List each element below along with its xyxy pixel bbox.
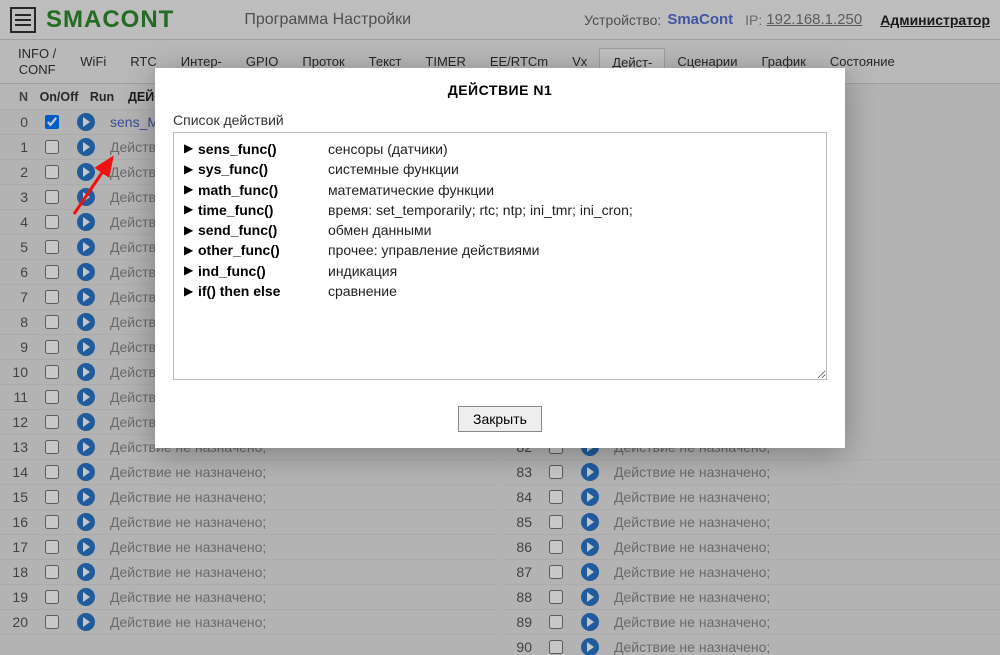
func-name: if() then else bbox=[198, 281, 328, 301]
modal-list-label: Список действий bbox=[173, 112, 827, 128]
expand-icon: ▶ bbox=[184, 181, 198, 198]
func-desc: сенсоры (датчики) bbox=[328, 139, 448, 159]
func-name: time_func() bbox=[198, 200, 328, 220]
func-desc: прочее: управление действиями bbox=[328, 240, 539, 260]
func-item[interactable]: ▶send_func()обмен данными bbox=[184, 220, 816, 240]
func-item[interactable]: ▶time_func()время: set_temporarily; rtc;… bbox=[184, 200, 816, 220]
expand-icon: ▶ bbox=[184, 222, 198, 239]
func-desc: математические функции bbox=[328, 180, 494, 200]
func-desc: системные функции bbox=[328, 159, 459, 179]
func-item[interactable]: ▶math_func()математические функции bbox=[184, 180, 816, 200]
expand-icon: ▶ bbox=[184, 201, 198, 218]
func-item[interactable]: ▶sys_func()системные функции bbox=[184, 159, 816, 179]
expand-icon: ▶ bbox=[184, 242, 198, 259]
func-name: send_func() bbox=[198, 220, 328, 240]
expand-icon: ▶ bbox=[184, 283, 198, 300]
func-desc: индикация bbox=[328, 261, 397, 281]
func-desc: обмен данными bbox=[328, 220, 431, 240]
func-name: other_func() bbox=[198, 240, 328, 260]
close-button[interactable]: Закрыть bbox=[458, 406, 542, 432]
func-desc: сравнение bbox=[328, 281, 397, 301]
modal-title: ДЕЙСТВИЕ N1 bbox=[173, 82, 827, 98]
func-name: ind_func() bbox=[198, 261, 328, 281]
func-name: math_func() bbox=[198, 180, 328, 200]
action-modal: ДЕЙСТВИЕ N1 Список действий ▶sens_func()… bbox=[155, 68, 845, 448]
func-item[interactable]: ▶if() then else сравнение bbox=[184, 281, 816, 301]
func-name: sens_func() bbox=[198, 139, 328, 159]
func-desc: время: set_temporarily; rtc; ntp; ini_tm… bbox=[328, 200, 633, 220]
func-name: sys_func() bbox=[198, 159, 328, 179]
func-list[interactable]: ▶sens_func()сенсоры (датчики)▶sys_func()… bbox=[173, 132, 827, 380]
func-item[interactable]: ▶other_func() прочее: управление действи… bbox=[184, 240, 816, 260]
func-item[interactable]: ▶ind_func()индикация bbox=[184, 261, 816, 281]
func-item[interactable]: ▶sens_func()сенсоры (датчики) bbox=[184, 139, 816, 159]
expand-icon: ▶ bbox=[184, 262, 198, 279]
expand-icon: ▶ bbox=[184, 140, 198, 157]
expand-icon: ▶ bbox=[184, 161, 198, 178]
